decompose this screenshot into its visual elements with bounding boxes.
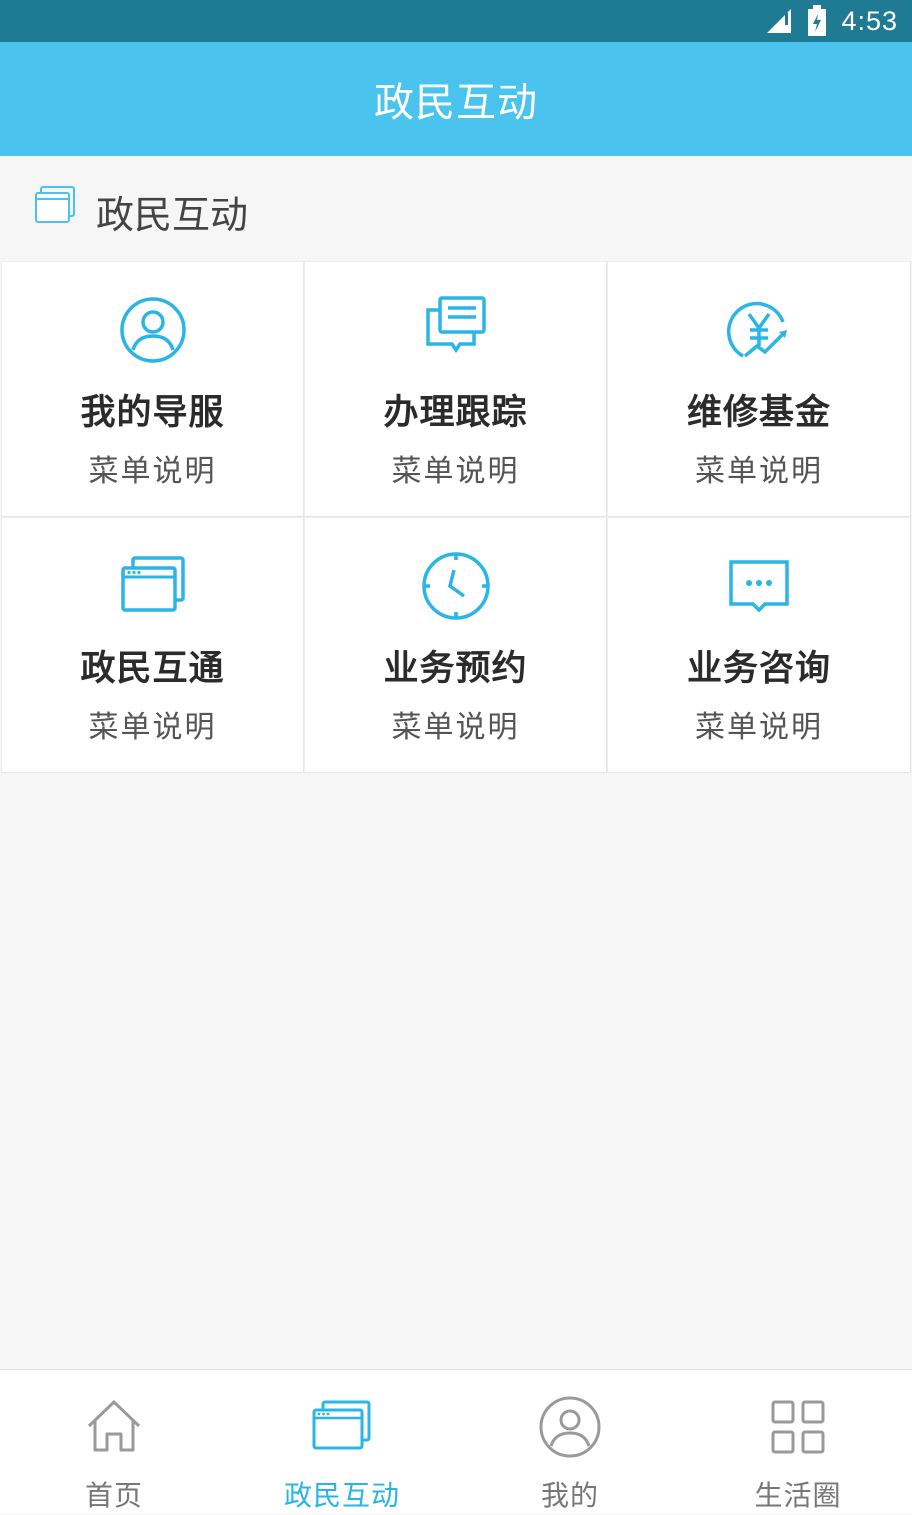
app-bar: 政民互动 — [0, 42, 912, 156]
tab-label: 生活圈 — [754, 1479, 842, 1512]
browser-windows-icon — [120, 556, 185, 612]
tab-label: 我的 — [540, 1479, 599, 1512]
menu-item-desc: 菜单说明 — [695, 710, 823, 745]
menu-item-title: 我的导服 — [80, 393, 225, 433]
menu-item-title: 政民互通 — [80, 649, 225, 689]
menu-item-title: 业务预约 — [383, 649, 528, 689]
status-time: 4:53 — [841, 5, 898, 36]
menu-item-desc: 菜单说明 — [695, 454, 823, 489]
user-circle-icon — [539, 1396, 601, 1458]
yen-circle-icon — [726, 301, 787, 358]
tab-mine[interactable]: 我的 — [456, 1370, 684, 1515]
status-bar: 4:53 — [0, 0, 912, 42]
user-circle-icon — [119, 297, 186, 363]
menu-item-title: 办理跟踪 — [383, 393, 528, 433]
browser-windows-icon — [312, 1400, 371, 1450]
battery-icon — [808, 5, 827, 36]
document-chat-icon — [425, 296, 486, 354]
clock-icon — [421, 552, 490, 620]
tab-home[interactable]: 首页 — [0, 1370, 228, 1515]
menu-item-consultation[interactable]: 业务咨询 菜单说明 — [607, 517, 911, 773]
menu-item-maintenance-fund[interactable]: 维修基金 菜单说明 — [607, 261, 911, 517]
menu-item-title: 业务咨询 — [686, 649, 831, 689]
tab-gov-interaction[interactable]: 政民互动 — [228, 1370, 456, 1515]
section-title: 政民互动 — [96, 193, 249, 237]
signal-icon — [767, 9, 792, 33]
menu-grid: 我的导服 菜单说明 办理跟踪 菜单说明 维修基金 菜单说明 政民互通 菜单说明 … — [1, 261, 911, 773]
menu-item-progress-tracking[interactable]: 办理跟踪 菜单说明 — [304, 261, 607, 517]
section-header: 政民互动 — [0, 156, 912, 260]
menu-item-title: 维修基金 — [686, 393, 831, 433]
home-icon — [87, 1400, 141, 1452]
browser-windows-icon — [35, 186, 75, 223]
menu-item-desc: 菜单说明 — [88, 710, 217, 745]
menu-item-desc: 菜单说明 — [88, 454, 217, 489]
tab-life-circle[interactable]: 生活圈 — [684, 1370, 912, 1515]
bottom-tab-bar: 首页 政民互动 我的 生活圈 — [0, 1369, 912, 1514]
menu-item-desc: 菜单说明 — [391, 710, 520, 745]
chat-bubble-icon — [729, 560, 789, 613]
grid-icon — [771, 1400, 825, 1454]
menu-item-desc: 菜单说明 — [391, 454, 520, 489]
tab-label: 政民互动 — [283, 1479, 400, 1512]
status-indicators: 4:53 — [765, 0, 898, 42]
tab-label: 首页 — [84, 1479, 143, 1512]
menu-item-guide-service[interactable]: 我的导服 菜单说明 — [1, 261, 304, 517]
page-title: 政民互动 — [374, 80, 538, 126]
menu-item-gov-citizen-exchange[interactable]: 政民互通 菜单说明 — [1, 517, 304, 773]
menu-item-appointment[interactable]: 业务预约 菜单说明 — [304, 517, 607, 773]
